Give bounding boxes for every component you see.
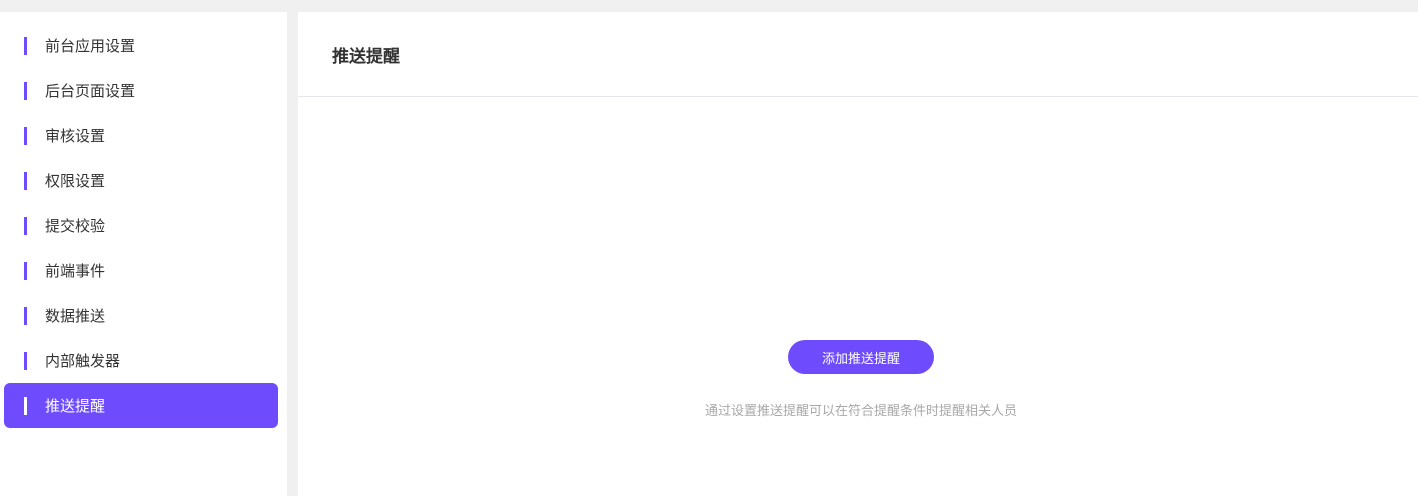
empty-state-hint: 通过设置推送提醒可以在符合提醒条件时提醒相关人员 — [704, 404, 1017, 419]
sidebar-item-label: 内部触发器 — [45, 352, 121, 370]
sidebar-item-label: 推送提醒 — [45, 397, 106, 415]
panel-header: 推送提醒 — [298, 12, 1418, 97]
indicator-bar — [24, 397, 27, 415]
main-panel: 推送提醒 添加推送提醒 通过设置推送提醒可以在符合提醒条件时提醒相关人员 — [298, 12, 1418, 496]
sidebar-item-7[interactable]: 内部触发器 — [4, 338, 278, 383]
indicator-bar — [24, 172, 27, 190]
indicator-bar — [24, 82, 27, 100]
page-title: 推送提醒 — [332, 47, 400, 67]
indicator-bar — [24, 127, 27, 145]
sidebar-item-5[interactable]: 前端事件 — [4, 248, 278, 293]
sidebar-item-label: 后台页面设置 — [45, 82, 136, 100]
sidebar-item-8[interactable]: 推送提醒 — [4, 383, 278, 428]
sidebar-item-0[interactable]: 前台应用设置 — [4, 23, 278, 68]
sidebar-item-label: 前台应用设置 — [45, 37, 136, 55]
sidebar-item-label: 权限设置 — [45, 172, 106, 190]
add-push-reminder-button[interactable]: 添加推送提醒 — [788, 340, 934, 374]
sidebar-item-1[interactable]: 后台页面设置 — [4, 68, 278, 113]
settings-sidebar: 前台应用设置 后台页面设置 审核设置权限设置提交校验前端事件数据推送内部触发器推送提… — [0, 12, 287, 496]
sidebar-item-label: 数据推送 — [45, 307, 106, 325]
indicator-bar — [24, 217, 27, 235]
sidebar-item-2[interactable]: 审核设置 — [4, 113, 278, 158]
sidebar-item-4[interactable]: 提交校验 — [4, 203, 278, 248]
sidebar-item-6[interactable]: 数据推送 — [4, 293, 278, 338]
sidebar-item-label: 审核设置 — [45, 127, 106, 145]
sidebar-item-3[interactable]: 权限设置 — [4, 158, 278, 203]
sidebar-item-label: 提交校验 — [45, 217, 106, 235]
indicator-bar — [24, 37, 27, 55]
indicator-bar — [24, 307, 27, 325]
indicator-bar — [24, 262, 27, 280]
indicator-bar — [24, 352, 27, 370]
sidebar-item-label: 前端事件 — [45, 262, 106, 280]
